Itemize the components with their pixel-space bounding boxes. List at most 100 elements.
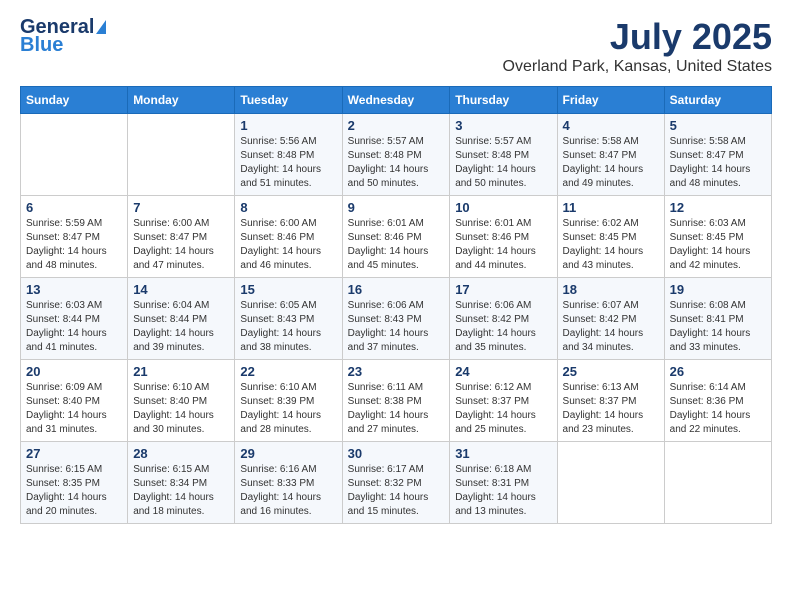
calendar-cell: 17 Sunrise: 6:06 AM Sunset: 8:42 PM Dayli… (450, 278, 557, 360)
day-info: Sunrise: 6:00 AM Sunset: 8:47 PM Dayligh… (133, 217, 229, 273)
calendar-cell: 3 Sunrise: 5:57 AM Sunset: 8:48 PM Daylig… (450, 114, 557, 196)
day-number: 8 (240, 200, 336, 215)
calendar-cell: 9 Sunrise: 6:01 AM Sunset: 8:46 PM Daylig… (342, 196, 450, 278)
header-friday: Friday (557, 87, 664, 114)
day-number: 27 (26, 446, 122, 461)
day-info: Sunrise: 6:15 AM Sunset: 8:34 PM Dayligh… (133, 463, 229, 519)
calendar-cell: 27 Sunrise: 6:15 AM Sunset: 8:35 PM Dayli… (21, 442, 128, 524)
calendar-cell: 16Sunrise: 6:06 AM Sunset: 8:43 PM Dayli… (342, 278, 450, 360)
calendar-cell: 29Sunrise: 6:16 AM Sunset: 8:33 PM Dayli… (235, 442, 342, 524)
day-number: 20 (26, 364, 122, 379)
calendar-cell: 14Sunrise: 6:04 AM Sunset: 8:44 PM Dayli… (128, 278, 235, 360)
header-sunday: Sunday (21, 87, 128, 114)
day-info: Sunrise: 6:02 AM Sunset: 8:45 PM Dayligh… (563, 217, 659, 273)
day-number: 10 (455, 200, 551, 215)
day-number: 23 (348, 364, 445, 379)
day-number: 26 (670, 364, 766, 379)
day-info: Sunrise: 5:58 AM Sunset: 8:47 PM Dayligh… (563, 135, 659, 191)
day-info: Sunrise: 6:05 AM Sunset: 8:43 PM Dayligh… (240, 299, 336, 355)
day-info: Sunrise: 6:14 AM Sunset: 8:36 PM Dayligh… (670, 381, 766, 437)
day-number: 9 (348, 200, 445, 215)
calendar-cell: 28 Sunrise: 6:15 AM Sunset: 8:34 PM Dayli… (128, 442, 235, 524)
day-number: 2 (348, 118, 445, 133)
calendar-cell: 4 Sunrise: 5:58 AM Sunset: 8:47 PM Daylig… (557, 114, 664, 196)
calendar-cell: 23 Sunrise: 6:11 AM Sunset: 8:38 PM Dayli… (342, 360, 450, 442)
title-block: July 2025 Overland Park, Kansas, United … (503, 16, 772, 76)
calendar-cell: 20 Sunrise: 6:09 AM Sunset: 8:40 PM Dayli… (21, 360, 128, 442)
day-number: 3 (455, 118, 551, 133)
calendar-week-row: 27 Sunrise: 6:15 AM Sunset: 8:35 PM Dayli… (21, 442, 772, 524)
calendar-cell: 13 Sunrise: 6:03 AM Sunset: 8:44 PM Dayli… (21, 278, 128, 360)
calendar-cell: 31Sunrise: 6:18 AM Sunset: 8:31 PM Dayli… (450, 442, 557, 524)
calendar-cell: 7 Sunrise: 6:00 AM Sunset: 8:47 PM Daylig… (128, 196, 235, 278)
calendar-cell: 19 Sunrise: 6:08 AM Sunset: 8:41 PM Dayli… (664, 278, 771, 360)
day-number: 17 (455, 282, 551, 297)
day-number: 28 (133, 446, 229, 461)
day-info: Sunrise: 6:16 AM Sunset: 8:33 PM Dayligh… (240, 463, 336, 519)
calendar-cell: 30 Sunrise: 6:17 AM Sunset: 8:32 PM Dayli… (342, 442, 450, 524)
day-info: Sunrise: 6:11 AM Sunset: 8:38 PM Dayligh… (348, 381, 445, 437)
calendar-cell (128, 114, 235, 196)
day-info: Sunrise: 5:58 AM Sunset: 8:47 PM Dayligh… (670, 135, 766, 191)
calendar-subtitle: Overland Park, Kansas, United States (503, 58, 772, 76)
calendar-cell: 21Sunrise: 6:10 AM Sunset: 8:40 PM Dayli… (128, 360, 235, 442)
day-info: Sunrise: 5:57 AM Sunset: 8:48 PM Dayligh… (455, 135, 551, 191)
calendar-cell: 6Sunrise: 5:59 AM Sunset: 8:47 PM Daylig… (21, 196, 128, 278)
day-info: Sunrise: 6:03 AM Sunset: 8:44 PM Dayligh… (26, 299, 122, 355)
logo: General Blue (20, 16, 106, 56)
calendar-cell: 11Sunrise: 6:02 AM Sunset: 8:45 PM Dayli… (557, 196, 664, 278)
calendar-cell: 15Sunrise: 6:05 AM Sunset: 8:43 PM Dayli… (235, 278, 342, 360)
day-info: Sunrise: 5:56 AM Sunset: 8:48 PM Dayligh… (240, 135, 336, 191)
day-number: 16 (348, 282, 445, 297)
header-wednesday: Wednesday (342, 87, 450, 114)
day-number: 1 (240, 118, 336, 133)
calendar-cell: 22 Sunrise: 6:10 AM Sunset: 8:39 PM Dayli… (235, 360, 342, 442)
calendar-week-row: 13 Sunrise: 6:03 AM Sunset: 8:44 PM Dayli… (21, 278, 772, 360)
day-number: 5 (670, 118, 766, 133)
calendar-cell: 5 Sunrise: 5:58 AM Sunset: 8:47 PM Daylig… (664, 114, 771, 196)
header-tuesday: Tuesday (235, 87, 342, 114)
day-number: 19 (670, 282, 766, 297)
day-info: Sunrise: 6:12 AM Sunset: 8:37 PM Dayligh… (455, 381, 551, 437)
day-info: Sunrise: 5:57 AM Sunset: 8:48 PM Dayligh… (348, 135, 445, 191)
day-info: Sunrise: 6:07 AM Sunset: 8:42 PM Dayligh… (563, 299, 659, 355)
day-number: 7 (133, 200, 229, 215)
calendar-cell: 26 Sunrise: 6:14 AM Sunset: 8:36 PM Dayli… (664, 360, 771, 442)
calendar-week-row: 1 Sunrise: 5:56 AM Sunset: 8:48 PM Daylig… (21, 114, 772, 196)
day-number: 22 (240, 364, 336, 379)
day-info: Sunrise: 6:09 AM Sunset: 8:40 PM Dayligh… (26, 381, 122, 437)
day-info: Sunrise: 6:18 AM Sunset: 8:31 PM Dayligh… (455, 463, 551, 519)
calendar-cell: 8 Sunrise: 6:00 AM Sunset: 8:46 PM Daylig… (235, 196, 342, 278)
calendar-week-row: 20 Sunrise: 6:09 AM Sunset: 8:40 PM Dayli… (21, 360, 772, 442)
day-info: Sunrise: 6:06 AM Sunset: 8:42 PM Dayligh… (455, 299, 551, 355)
day-number: 18 (563, 282, 659, 297)
logo-triangle-icon (96, 20, 106, 34)
day-number: 6 (26, 200, 122, 215)
calendar-cell: 10 Sunrise: 6:01 AM Sunset: 8:46 PM Dayli… (450, 196, 557, 278)
calendar-cell: 2 Sunrise: 5:57 AM Sunset: 8:48 PM Daylig… (342, 114, 450, 196)
day-number: 25 (563, 364, 659, 379)
calendar-cell: 12 Sunrise: 6:03 AM Sunset: 8:45 PM Dayli… (664, 196, 771, 278)
calendar-week-row: 6Sunrise: 5:59 AM Sunset: 8:47 PM Daylig… (21, 196, 772, 278)
calendar-cell (664, 442, 771, 524)
day-info: Sunrise: 6:01 AM Sunset: 8:46 PM Dayligh… (348, 217, 445, 273)
day-number: 13 (26, 282, 122, 297)
day-number: 12 (670, 200, 766, 215)
day-info: Sunrise: 6:17 AM Sunset: 8:32 PM Dayligh… (348, 463, 445, 519)
day-number: 4 (563, 118, 659, 133)
header-monday: Monday (128, 87, 235, 114)
day-info: Sunrise: 6:04 AM Sunset: 8:44 PM Dayligh… (133, 299, 229, 355)
day-info: Sunrise: 6:10 AM Sunset: 8:39 PM Dayligh… (240, 381, 336, 437)
day-info: Sunrise: 6:10 AM Sunset: 8:40 PM Dayligh… (133, 381, 229, 437)
day-number: 30 (348, 446, 445, 461)
calendar-table: SundayMondayTuesdayWednesdayThursdayFrid… (20, 86, 772, 524)
day-info: Sunrise: 6:08 AM Sunset: 8:41 PM Dayligh… (670, 299, 766, 355)
day-info: Sunrise: 6:03 AM Sunset: 8:45 PM Dayligh… (670, 217, 766, 273)
calendar-cell (557, 442, 664, 524)
day-number: 24 (455, 364, 551, 379)
day-info: Sunrise: 6:01 AM Sunset: 8:46 PM Dayligh… (455, 217, 551, 273)
day-info: Sunrise: 6:00 AM Sunset: 8:46 PM Dayligh… (240, 217, 336, 273)
day-info: Sunrise: 6:15 AM Sunset: 8:35 PM Dayligh… (26, 463, 122, 519)
calendar-title: July 2025 (503, 16, 772, 58)
calendar-cell (21, 114, 128, 196)
